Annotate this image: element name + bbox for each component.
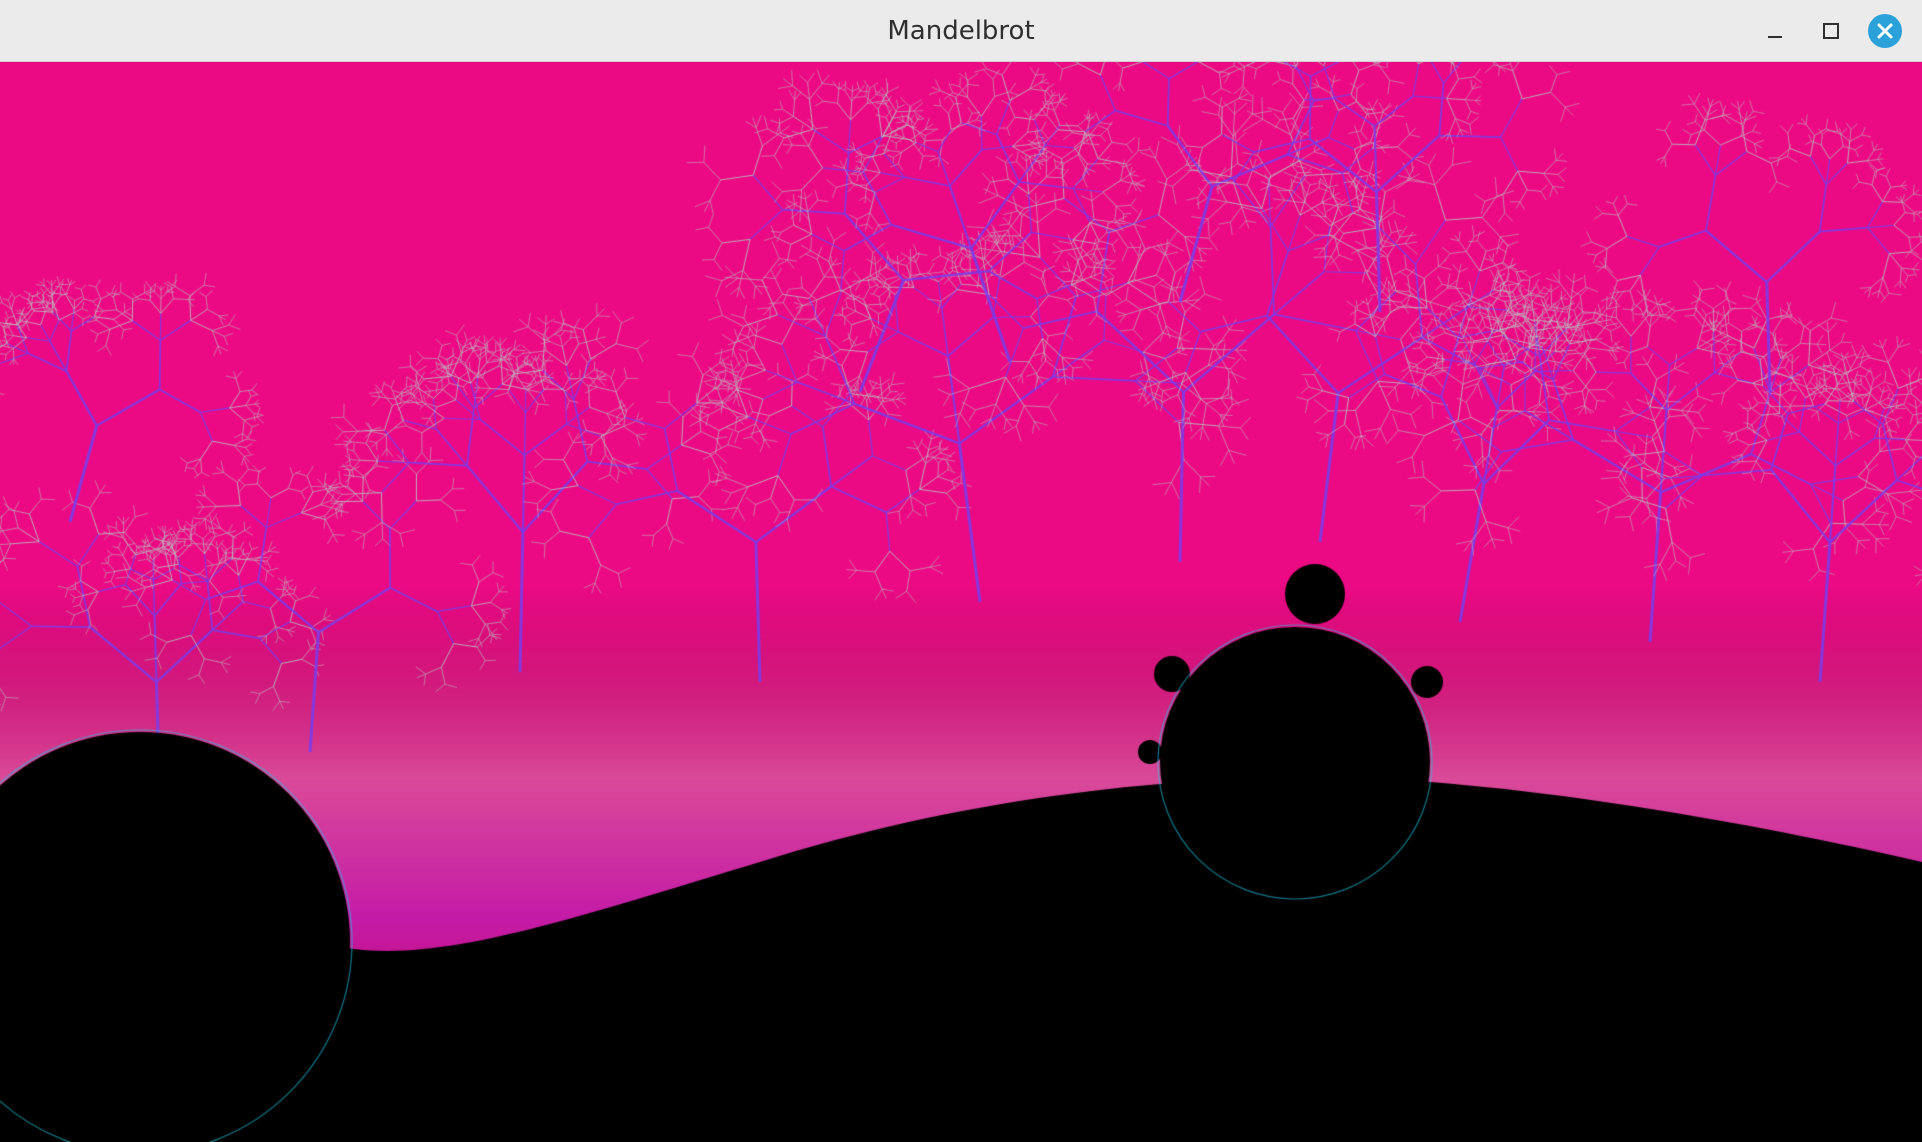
mandelbrot-canvas[interactable] (0, 62, 1922, 1142)
close-icon (1867, 13, 1903, 49)
app-window: Mandelbrot (0, 0, 1922, 1142)
window-title: Mandelbrot (0, 0, 1922, 62)
maximize-icon (1812, 13, 1848, 49)
close-button[interactable] (1867, 13, 1903, 49)
minimize-button[interactable] (1757, 13, 1793, 49)
maximize-button[interactable] (1812, 13, 1848, 49)
title-bar[interactable]: Mandelbrot (0, 0, 1922, 62)
minimize-icon (1757, 13, 1793, 49)
